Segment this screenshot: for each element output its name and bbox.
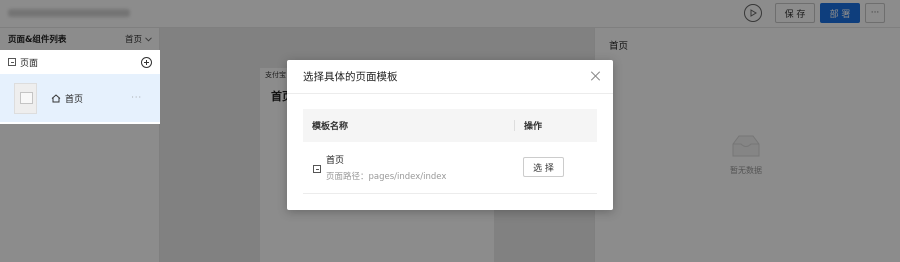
dialog-header: 选择具体的页面模板 bbox=[287, 60, 613, 94]
table-row: 首页 页面路径：pages/index/index 选 择 bbox=[303, 142, 597, 194]
add-page-icon[interactable] bbox=[141, 56, 152, 68]
page-list-highlight: 页面 首页 ··· bbox=[0, 50, 160, 124]
select-button[interactable]: 选 择 bbox=[523, 157, 564, 177]
column-header-name: 模板名称 bbox=[312, 122, 349, 132]
template-path: 页面路径：pages/index/index bbox=[326, 170, 446, 182]
home-icon bbox=[51, 93, 61, 102]
page-icon bbox=[8, 58, 16, 66]
page-icon bbox=[313, 165, 321, 173]
page-thumbnail bbox=[14, 82, 37, 114]
page-section-header: 页面 bbox=[0, 50, 160, 74]
template-select-dialog: 选择具体的页面模板 模板名称 操作 首页 页面路径：pages/index/in… bbox=[287, 60, 613, 210]
page-list-item-home[interactable]: 首页 ··· bbox=[0, 74, 160, 122]
template-name: 首页 bbox=[326, 156, 345, 166]
page-list-item-label: 首页 bbox=[65, 94, 84, 105]
template-table: 模板名称 操作 首页 页面路径：pages/index/index 选 择 bbox=[303, 109, 597, 194]
table-header: 模板名称 操作 bbox=[303, 109, 597, 142]
close-icon[interactable] bbox=[590, 71, 600, 81]
column-divider bbox=[514, 120, 515, 131]
template-path-label: 页面路径： bbox=[326, 172, 369, 182]
more-icon[interactable]: ··· bbox=[131, 93, 142, 102]
column-header-action: 操作 bbox=[524, 122, 543, 132]
dialog-title: 选择具体的页面模板 bbox=[303, 71, 398, 83]
template-path-value: pages/index/index bbox=[368, 172, 447, 182]
page-section-label: 页面 bbox=[20, 58, 39, 69]
